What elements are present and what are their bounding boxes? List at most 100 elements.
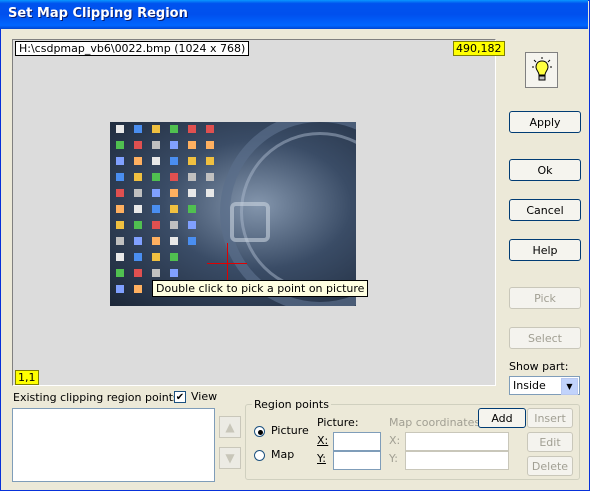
desktop-shortcut-icon — [116, 253, 124, 261]
desktop-shortcut-icon — [134, 285, 142, 293]
desktop-shortcut-icon — [116, 237, 124, 245]
desktop-shortcut-icon — [188, 221, 196, 229]
desktop-shortcut-icon — [152, 141, 160, 149]
desktop-shortcut-icon — [206, 189, 214, 197]
picture-x-label: X: — [317, 434, 329, 447]
move-down-button[interactable]: ▼ — [219, 447, 241, 469]
desktop-shortcut-icon — [152, 173, 160, 181]
desktop-shortcut-icon — [206, 173, 214, 181]
image-path-label: H:\csdpmap_vb6\0022.bmp (1024 x 768) — [15, 41, 250, 56]
hint-button[interactable] — [525, 52, 558, 88]
desktop-shortcut-icon — [116, 269, 124, 277]
desktop-shortcut-icon — [188, 173, 196, 181]
desktop-shortcut-icon — [152, 157, 160, 165]
origin-coordinate-readout: 1,1 — [15, 370, 39, 385]
picture-x-input[interactable] — [333, 432, 381, 451]
desktop-shortcut-icon — [152, 253, 160, 261]
desktop-shortcut-icon — [152, 269, 160, 277]
pick-button[interactable]: Pick — [509, 287, 581, 309]
desktop-shortcut-icon — [170, 173, 178, 181]
desktop-shortcut-icon — [134, 205, 142, 213]
window-title: Set Map Clipping Region — [8, 6, 188, 21]
desktop-shortcut-icon — [152, 125, 160, 133]
desktop-shortcut-icon — [170, 141, 178, 149]
desktop-shortcut-icon — [170, 125, 178, 133]
desktop-shortcut-icon — [170, 189, 178, 197]
desktop-shortcut-icon — [116, 189, 124, 197]
desktop-shortcut-icon — [116, 141, 124, 149]
desktop-shortcut-icon — [188, 141, 196, 149]
picture-y-label: Y: — [317, 452, 326, 465]
picture-radio-label: Picture — [271, 424, 309, 437]
map-picture[interactable] — [110, 122, 356, 306]
picture-radio[interactable] — [254, 426, 265, 437]
desktop-shortcut-icon — [170, 253, 178, 261]
map-x-label: X: — [389, 434, 401, 447]
view-checkbox-label: View — [191, 390, 218, 403]
desktop-shortcut-icon — [152, 205, 160, 213]
desktop-shortcut-icon — [116, 125, 124, 133]
desktop-shortcut-icon — [188, 205, 196, 213]
desktop-shortcut-icon — [116, 205, 124, 213]
apply-button[interactable]: Apply — [509, 111, 581, 133]
edit-button[interactable]: Edit — [527, 432, 573, 452]
add-button[interactable]: Add — [478, 408, 526, 428]
desktop-shortcut-icon — [188, 237, 196, 245]
desktop-shortcut-icon — [170, 237, 178, 245]
help-button[interactable]: Help — [509, 239, 581, 261]
picture-y-input[interactable] — [333, 451, 381, 470]
desktop-icons — [110, 122, 356, 306]
existing-points-list[interactable] — [12, 408, 215, 482]
select-button[interactable]: Select — [509, 327, 581, 349]
cancel-button[interactable]: Cancel — [509, 199, 581, 221]
map-x-input[interactable] — [405, 432, 509, 451]
map-radio[interactable] — [254, 450, 265, 461]
desktop-shortcut-icon — [116, 221, 124, 229]
desktop-shortcut-icon — [134, 253, 142, 261]
map-y-label: Y: — [389, 452, 398, 465]
desktop-shortcut-icon — [134, 269, 142, 277]
desktop-shortcut-icon — [152, 189, 160, 197]
move-up-button[interactable]: ▲ — [219, 416, 241, 438]
delete-button[interactable]: Delete — [527, 456, 573, 476]
chevron-down-icon[interactable]: ▼ — [561, 378, 578, 395]
up-arrow-icon: ▲ — [225, 420, 235, 434]
ok-button[interactable]: Ok — [509, 159, 581, 181]
crosshair-vertical — [227, 243, 228, 283]
desktop-shortcut-icon — [188, 125, 196, 133]
desktop-shortcut-icon — [170, 157, 178, 165]
desktop-shortcut-icon — [170, 269, 178, 277]
picture-coords-label: Picture: — [317, 416, 359, 429]
desktop-shortcut-icon — [206, 125, 214, 133]
desktop-shortcut-icon — [170, 221, 178, 229]
down-arrow-icon: ▼ — [225, 451, 235, 465]
desktop-shortcut-icon — [206, 141, 214, 149]
show-part-label: Show part: — [509, 360, 569, 373]
desktop-shortcut-icon — [116, 173, 124, 181]
desktop-shortcut-icon — [188, 157, 196, 165]
desktop-shortcut-icon — [134, 173, 142, 181]
desktop-shortcut-icon — [116, 285, 124, 293]
cursor-coordinate-readout: 490,182 — [453, 41, 505, 56]
desktop-shortcut-icon — [206, 157, 214, 165]
map-radio-label: Map — [271, 448, 295, 461]
desktop-shortcut-icon — [134, 157, 142, 165]
desktop-shortcut-icon — [134, 189, 142, 197]
hint-tooltip: Double click to pick a point on picture — [152, 280, 369, 297]
region-points-group-label: Region points — [252, 398, 331, 411]
insert-button[interactable]: Insert — [527, 408, 573, 428]
desktop-shortcut-icon — [134, 237, 142, 245]
lightbulb-icon — [531, 57, 552, 81]
show-part-value: Inside — [513, 379, 546, 392]
desktop-shortcut-icon — [152, 237, 160, 245]
desktop-shortcut-icon — [170, 205, 178, 213]
existing-points-label: Existing clipping region points: — [13, 391, 183, 404]
show-part-dropdown[interactable]: Inside ▼ — [509, 376, 580, 395]
desktop-shortcut-icon — [134, 141, 142, 149]
desktop-shortcut-icon — [134, 221, 142, 229]
desktop-shortcut-icon — [116, 157, 124, 165]
view-checkbox[interactable]: ✔ — [174, 391, 186, 403]
map-y-input[interactable] — [405, 451, 509, 470]
desktop-shortcut-icon — [152, 221, 160, 229]
desktop-shortcut-icon — [134, 125, 142, 133]
